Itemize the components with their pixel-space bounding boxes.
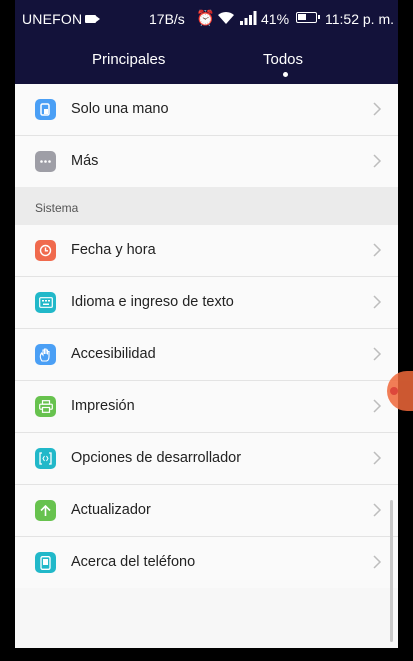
chevron-right-icon [373, 102, 382, 116]
settings-item-opciones-desarrollador[interactable]: Opciones de desarrollador [15, 433, 398, 484]
network-speed: 17B/s [149, 11, 185, 27]
wifi-icon [218, 11, 234, 24]
printer-icon [35, 396, 56, 417]
keyboard-icon [35, 292, 56, 313]
update-arrow-icon [35, 500, 56, 521]
settings-item-label: Accesibilidad [71, 346, 156, 362]
settings-item-label: Más [71, 153, 99, 169]
chevron-right-icon [373, 154, 382, 168]
tab-principales[interactable]: Principales [92, 51, 165, 68]
signal-icon [240, 11, 257, 25]
settings-item-label: Impresión [71, 398, 135, 414]
chevron-right-icon [373, 243, 382, 257]
settings-item-acerca-del-telefono[interactable]: Acerca del teléfono [15, 537, 398, 588]
settings-screen: UNEFON 17B/s ⏰ 41% 11:52 p. m. Principal… [15, 0, 398, 648]
settings-item-impresion[interactable]: Impresión [15, 381, 398, 432]
settings-item-accesibilidad[interactable]: Accesibilidad [15, 329, 398, 380]
settings-list: Solo una mano Más Sistema Fecha y hora I… [15, 84, 398, 588]
chevron-right-icon [373, 347, 382, 361]
chevron-right-icon [373, 295, 382, 309]
settings-item-mas[interactable]: Más [15, 136, 398, 187]
settings-item-actualizador[interactable]: Actualizador [15, 485, 398, 536]
phone-icon [35, 552, 56, 573]
one-hand-icon [35, 99, 56, 120]
clock-icon [35, 240, 56, 261]
developer-icon [35, 448, 56, 469]
section-title: Sistema [35, 201, 79, 215]
settings-item-label: Fecha y hora [71, 242, 156, 258]
carrier-name: UNEFON [22, 11, 83, 27]
video-record-icon [85, 15, 100, 23]
clock-time: 11:52 p. m. [325, 11, 395, 27]
settings-item-label: Idioma e ingreso de texto [71, 294, 234, 310]
chevron-right-icon [373, 399, 382, 413]
chevron-right-icon [373, 451, 382, 465]
settings-item-label: Actualizador [71, 502, 151, 518]
scrollbar[interactable] [390, 500, 393, 642]
tab-bar: Principales Todos [15, 44, 398, 84]
more-icon [35, 151, 56, 172]
tab-todos[interactable]: Todos [263, 51, 303, 68]
chevron-right-icon [373, 555, 382, 569]
chevron-right-icon [373, 503, 382, 517]
settings-item-fecha-y-hora[interactable]: Fecha y hora [15, 225, 398, 276]
battery-icon [296, 12, 320, 23]
settings-item-label: Solo una mano [71, 101, 169, 117]
settings-item-label: Opciones de desarrollador [71, 450, 242, 466]
settings-item-solo-una-mano[interactable]: Solo una mano [15, 84, 398, 135]
hand-icon [35, 344, 56, 365]
settings-item-idioma[interactable]: Idioma e ingreso de texto [15, 277, 398, 328]
battery-percentage: 41% [261, 11, 290, 27]
settings-item-label: Acerca del teléfono [71, 554, 196, 570]
top-bar: UNEFON 17B/s ⏰ 41% 11:52 p. m. Principal… [15, 0, 398, 84]
status-bar: UNEFON 17B/s ⏰ 41% 11:52 p. m. [15, 0, 398, 38]
section-header-sistema: Sistema [15, 187, 398, 225]
alarm-icon: ⏰ [196, 10, 215, 27]
active-tab-indicator [283, 72, 288, 77]
